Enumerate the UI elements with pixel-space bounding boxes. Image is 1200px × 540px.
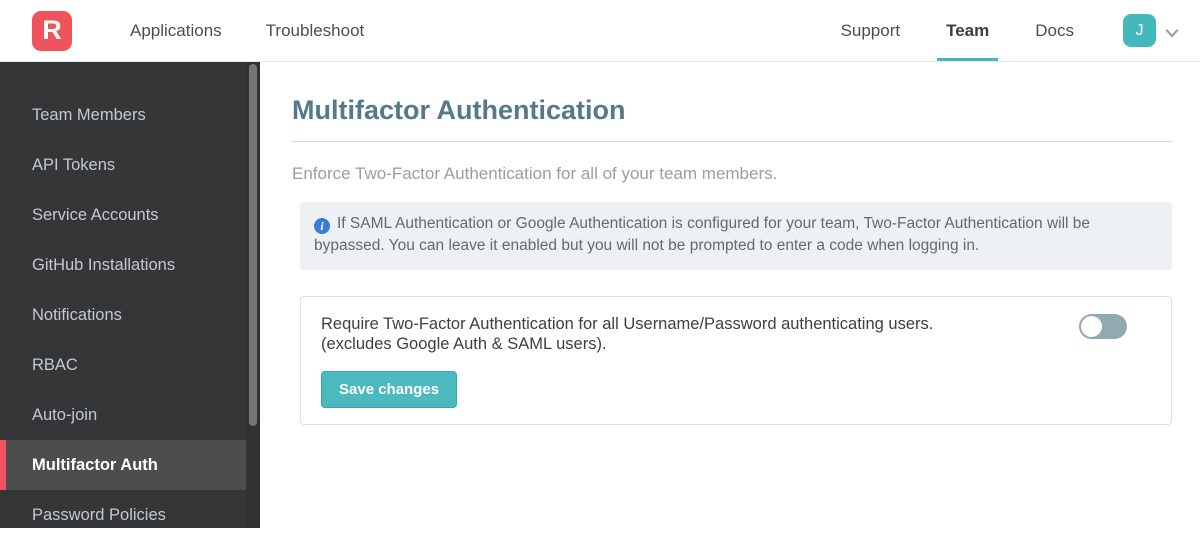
user-avatar[interactable]: J (1123, 14, 1156, 47)
primary-nav: Applications Troubleshoot (108, 0, 386, 62)
chevron-down-icon[interactable] (1162, 23, 1182, 43)
nav-item-docs[interactable]: Docs (1012, 0, 1097, 61)
info-alert: iIf SAML Authentication or Google Authen… (300, 202, 1172, 270)
setting-label-line2: (excludes Google Auth & SAML users). (321, 334, 607, 354)
setting-text-column: Require Two-Factor Authentication for al… (321, 314, 1049, 408)
sidebar-scrollbar-track (246, 62, 260, 528)
sidebar-item-multifactor-auth[interactable]: Multifactor Auth (0, 440, 246, 490)
nav-item-applications[interactable]: Applications (108, 0, 244, 62)
brand-logo[interactable]: R (32, 11, 72, 51)
toggle-knob (1081, 316, 1102, 337)
nav-item-troubleshoot[interactable]: Troubleshoot (244, 0, 387, 62)
nav-item-team[interactable]: Team (923, 0, 1012, 61)
page-subtitle: Enforce Two-Factor Authentication for al… (292, 164, 1172, 184)
save-changes-button[interactable]: Save changes (321, 371, 457, 408)
top-navbar: R Applications Troubleshoot Support Team… (0, 0, 1200, 62)
sidebar-item-service-accounts[interactable]: Service Accounts (0, 190, 246, 240)
brand-logo-letter: R (42, 15, 62, 46)
title-divider (292, 141, 1172, 142)
sidebar-item-rbac[interactable]: RBAC (0, 340, 246, 390)
secondary-nav: Support Team Docs J (818, 0, 1200, 61)
page-title: Multifactor Authentication (292, 95, 1172, 126)
sidebar-item-password-policies[interactable]: Password Policies (0, 490, 246, 540)
sidebar-item-api-tokens[interactable]: API Tokens (0, 140, 246, 190)
sidebar-item-team-members[interactable]: Team Members (0, 90, 246, 140)
setting-label-line1: Require Two-Factor Authentication for al… (321, 314, 933, 334)
sidebar-item-auto-join[interactable]: Auto-join (0, 390, 246, 440)
sidebar-scrollbar-thumb[interactable] (249, 64, 257, 426)
info-alert-text: If SAML Authentication or Google Authent… (314, 215, 1090, 254)
two-factor-setting-card: Require Two-Factor Authentication for al… (300, 296, 1172, 425)
nav-item-support[interactable]: Support (818, 0, 924, 61)
sidebar-item-notifications[interactable]: Notifications (0, 290, 246, 340)
main-content: Multifactor Authentication Enforce Two-F… (260, 62, 1200, 528)
sidebar-item-github-installations[interactable]: GitHub Installations (0, 240, 246, 290)
avatar-initial: J (1136, 22, 1144, 40)
two-factor-toggle[interactable] (1079, 314, 1127, 339)
info-icon: i (314, 218, 330, 234)
settings-sidebar: Team Members API Tokens Service Accounts… (0, 62, 260, 528)
